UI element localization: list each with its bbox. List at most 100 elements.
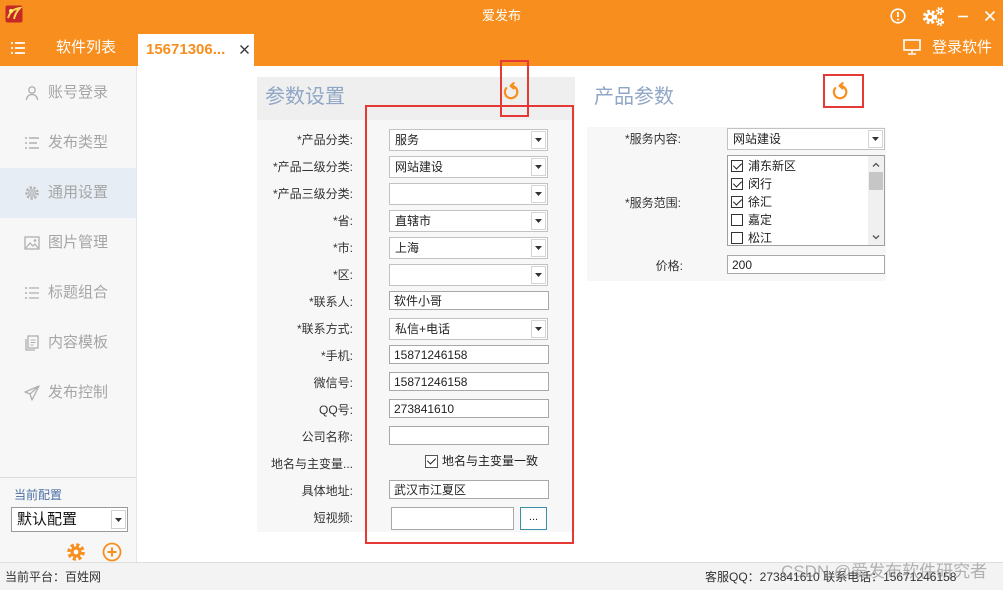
product-subcategory-select[interactable]: 网站建设 xyxy=(389,156,548,178)
chevron-down-icon[interactable] xyxy=(531,239,546,257)
qq-label: QQ号: xyxy=(318,403,353,417)
chevron-down-icon[interactable] xyxy=(531,158,546,176)
qq-input[interactable] xyxy=(389,399,549,418)
window-title: 爱发布 xyxy=(481,8,521,23)
sidebar-item-label: 发布类型 xyxy=(48,134,109,151)
contact-person-input[interactable] xyxy=(389,291,549,310)
address-input[interactable] xyxy=(389,480,549,499)
city-select[interactable]: 上海 xyxy=(389,237,548,259)
same-as-variable-label: 地名与主变量... xyxy=(270,457,353,471)
service-range-label: *服务范围: xyxy=(624,196,681,210)
sidebar-item-publish-type[interactable]: 发布类型 xyxy=(0,118,136,168)
contact-method-select[interactable]: 私信+电话 xyxy=(389,318,548,340)
province-label: *省: xyxy=(332,214,353,228)
tab-active-account[interactable]: 15671306... xyxy=(138,34,254,66)
contact-method-value: 私信+电话 xyxy=(395,322,451,336)
sidebar-item-label: 标题组合 xyxy=(48,284,109,301)
chevron-down-icon[interactable] xyxy=(531,185,546,203)
price-input[interactable] xyxy=(727,255,885,274)
company-name-label: 公司名称: xyxy=(301,430,353,444)
user-icon xyxy=(24,85,40,101)
service-range-item-label: 松江 xyxy=(748,231,773,245)
active-tab-label: 15671306... xyxy=(146,41,226,58)
sidebar-item-account-login[interactable]: 账号登录 xyxy=(0,68,136,118)
browse-video-button[interactable]: ... xyxy=(520,507,547,530)
login-software-button[interactable]: 登录软件 xyxy=(932,38,992,58)
software-list-tab[interactable]: 软件列表 xyxy=(56,38,116,58)
sidebar-item-label: 发布控制 xyxy=(48,384,109,401)
service-range-item[interactable]: 嘉定 xyxy=(728,211,866,229)
chevron-down-icon[interactable] xyxy=(111,510,126,529)
chevron-down-icon[interactable] xyxy=(531,212,546,230)
same-as-variable-checkbox-label[interactable]: 地名与主变量一致 xyxy=(442,453,538,469)
close-icon[interactable] xyxy=(983,9,997,23)
list-check-icon xyxy=(24,135,40,151)
service-range-item[interactable]: 徐汇 xyxy=(728,193,866,211)
config-select-value: 默认配置 xyxy=(17,511,78,528)
service-content-label: *服务内容: xyxy=(624,132,681,146)
sidebar-item-image-management[interactable]: 图片管理 xyxy=(0,218,136,268)
district-select[interactable] xyxy=(389,264,548,286)
service-range-checkbox[interactable] xyxy=(731,178,743,190)
minimize-icon[interactable] xyxy=(956,9,970,23)
short-video-input[interactable] xyxy=(391,507,514,530)
price-label: 价格: xyxy=(655,259,683,273)
service-range-item[interactable]: 浦东新区 xyxy=(728,157,866,175)
scrollbar-thumb[interactable] xyxy=(869,172,883,190)
add-config-plus-icon[interactable] xyxy=(102,542,122,562)
support-contact-text: 客服QQ：273841610 联系电话：15671246158 xyxy=(705,570,957,584)
product-category-select[interactable]: 服务 xyxy=(389,129,548,151)
menu-list-icon[interactable] xyxy=(10,41,26,55)
district-label: *区: xyxy=(332,268,353,282)
service-range-item[interactable]: 松江 xyxy=(728,229,866,245)
scroll-up-icon[interactable] xyxy=(868,156,884,172)
product-subcategory-label: *产品二级分类: xyxy=(272,160,353,174)
chevron-down-icon[interactable] xyxy=(531,266,546,284)
service-range-checkbox[interactable] xyxy=(731,196,743,208)
chevron-down-icon[interactable] xyxy=(868,130,883,148)
list-icon xyxy=(24,285,40,301)
scroll-down-icon[interactable] xyxy=(868,229,884,245)
info-icon[interactable] xyxy=(890,8,906,24)
chevron-down-icon[interactable] xyxy=(531,131,546,149)
contact-person-label: *联系人: xyxy=(308,295,353,309)
province-select[interactable]: 直辖市 xyxy=(389,210,548,232)
service-range-checkbox[interactable] xyxy=(731,160,743,172)
service-range-item-label: 嘉定 xyxy=(748,213,773,227)
sidebar-item-label: 图片管理 xyxy=(48,234,109,251)
config-settings-gear-icon[interactable] xyxy=(66,542,86,562)
wechat-label: 微信号: xyxy=(313,376,353,390)
service-range-checkbox[interactable] xyxy=(731,214,743,226)
chevron-down-icon[interactable] xyxy=(531,320,546,338)
contact-method-label: *联系方式: xyxy=(296,322,353,336)
document-icon xyxy=(24,335,40,351)
product-third-category-select[interactable] xyxy=(389,183,548,205)
service-content-select[interactable]: 网站建设 xyxy=(727,128,885,150)
params-panel-title: 参数设置 xyxy=(265,86,345,108)
service-range-list[interactable]: 浦东新区 闵行 徐汇 嘉定 松江 xyxy=(727,155,885,246)
service-range-item-label: 徐汇 xyxy=(748,195,773,209)
sidebar-item-general-settings[interactable]: 通用设置 xyxy=(0,168,136,218)
sidebar-item-content-template[interactable]: 内容模板 xyxy=(0,318,136,368)
monitor-icon[interactable] xyxy=(903,39,921,55)
settings-gears-icon[interactable] xyxy=(921,5,945,27)
config-select[interactable]: 默认配置 xyxy=(11,507,128,532)
service-range-checkbox[interactable] xyxy=(731,232,743,244)
service-range-item[interactable]: 闵行 xyxy=(728,175,866,193)
service-range-scrollbar[interactable] xyxy=(868,156,884,245)
product-category-value: 服务 xyxy=(395,133,420,147)
same-as-variable-checkbox[interactable] xyxy=(425,455,438,468)
sidebar-item-label: 内容模板 xyxy=(48,334,109,351)
sidebar: 账号登录 发布类型 通用设置 图片管理 标题组合 内容模板 发布控制 当前配置 … xyxy=(0,66,137,562)
company-name-input[interactable] xyxy=(389,426,549,445)
tab-close-icon[interactable] xyxy=(239,44,250,55)
product-refresh-icon[interactable] xyxy=(830,82,850,102)
wechat-input[interactable] xyxy=(389,372,549,391)
sidebar-item-publish-control[interactable]: 发布控制 xyxy=(0,368,136,418)
sidebar-item-title-combination[interactable]: 标题组合 xyxy=(0,268,136,318)
product-subcategory-value: 网站建设 xyxy=(395,160,444,174)
mobile-input[interactable] xyxy=(389,345,549,364)
params-refresh-icon[interactable] xyxy=(501,82,521,102)
mobile-label: *手机: xyxy=(320,349,353,363)
sidebar-item-label: 账号登录 xyxy=(48,84,109,101)
